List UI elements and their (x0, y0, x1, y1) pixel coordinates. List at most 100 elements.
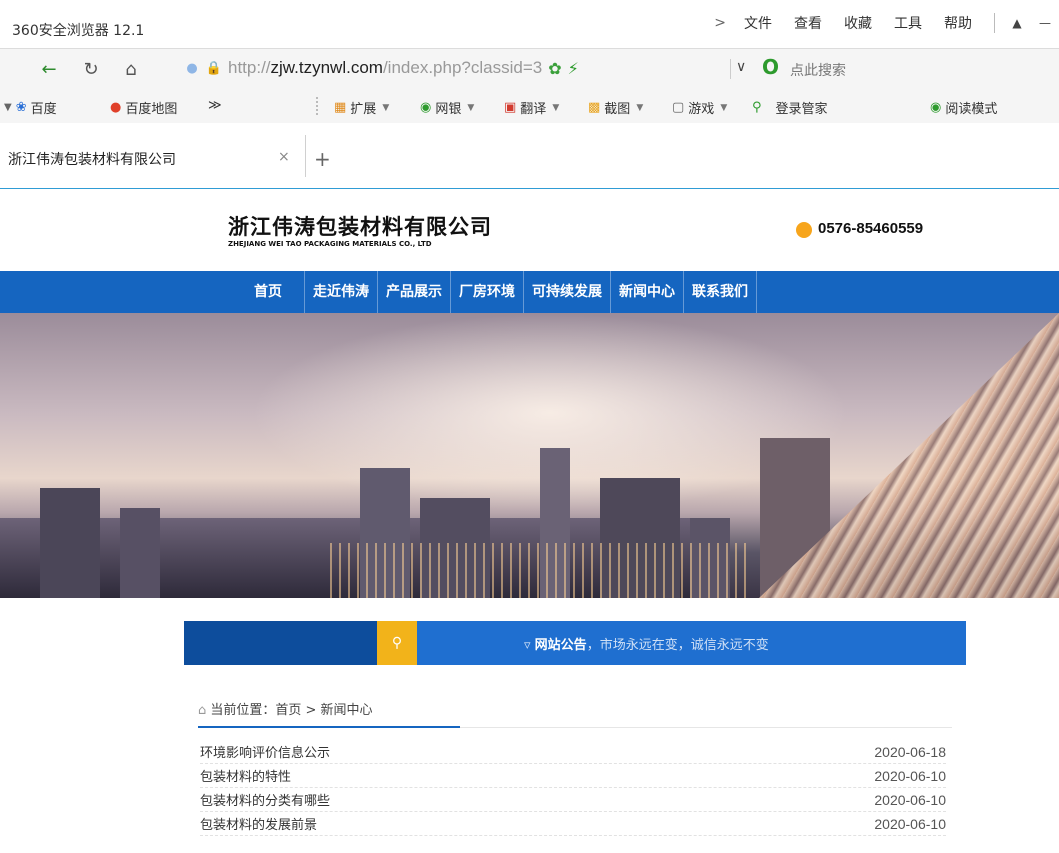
nav-contact[interactable]: 联系我们 (684, 271, 757, 313)
lock-icon[interactable]: 🔒 (206, 60, 222, 76)
notice-bar: ⚲ ▿ 网站公告，市场永远在变，诚信永远不变 (184, 621, 966, 665)
toolbar-label: 游戏 (688, 102, 715, 117)
translate-icon: ▣ (504, 100, 517, 115)
bookmark-more-label: ≫ (208, 98, 222, 113)
tab-title: 浙江伟涛包装材料有限公司 (8, 152, 176, 168)
breadcrumb-underline (198, 726, 460, 728)
news-date: 2020-06-18 (874, 743, 946, 760)
site-icon: ● (186, 60, 198, 76)
tab-active[interactable]: 浙江伟涛包装材料有限公司 × (0, 135, 306, 177)
phone-number: 0576-85460559 (818, 220, 924, 237)
url-field[interactable]: ● 🔒 http://zjw.tzynwl.com/index.php?clas… (184, 55, 724, 81)
map-pin-icon: ● (110, 100, 122, 115)
menu-separator (994, 13, 995, 33)
notice-label: 网站公告 (534, 638, 587, 653)
list-item[interactable]: 包装材料的特性 2020-06-10 (200, 764, 946, 788)
news-title[interactable]: 包装材料的分类有哪些 (200, 790, 330, 809)
menu-help[interactable]: 帮助 (944, 13, 972, 33)
menu-tools[interactable]: 工具 (894, 13, 922, 33)
toolbar-reader-mode[interactable]: ◉ 阅读模式 (930, 98, 997, 117)
close-icon[interactable]: × (278, 149, 290, 165)
chevron-down-icon: ▼ (636, 102, 644, 113)
site-header: 浙江伟涛包装材料有限公司 ZHEJIANG WEI TAO PACKAGING … (0, 189, 1059, 271)
menu-view[interactable]: 查看 (794, 13, 822, 33)
news-list: 环境影响评价信息公示 2020-06-18 包装材料的特性 2020-06-10… (200, 740, 946, 836)
chevron-down-icon: ▼ (467, 102, 475, 113)
toolbar-games[interactable]: ▢ 游戏 ▼ (672, 98, 731, 117)
skin-icon[interactable]: ▲ (1003, 11, 1031, 35)
news-title[interactable]: 包装材料的特性 (200, 766, 291, 785)
reader-icon: ◉ (930, 100, 942, 115)
toolbar-label: 登录管家 (775, 102, 828, 117)
menu-chevron[interactable]: > (714, 15, 726, 31)
news-date: 2020-06-10 (874, 815, 946, 832)
speed-icon[interactable]: ⚡ (568, 59, 579, 78)
hero-banner (0, 313, 1059, 598)
refresh-icon[interactable]: ↻ (78, 57, 104, 81)
coin-icon: ◉ (420, 100, 432, 115)
shield-icon[interactable]: ✿ (548, 59, 561, 78)
bookmark-baidu[interactable]: ▼ ❀ 百度 (4, 98, 57, 117)
notice-text: ▿ 网站公告，市场永远在变，诚信永远不变 (524, 634, 769, 653)
banner-building (120, 508, 160, 598)
browser-titlebar: 360安全浏览器 12.1 > 文件 查看 收藏 工具 帮助 ▲ — (0, 0, 1059, 48)
grid-icon: ▦ (334, 100, 347, 115)
home-icon[interactable]: ⌂ (118, 57, 144, 81)
dropdown-icon: ▼ (4, 102, 12, 113)
phone-icon (796, 222, 812, 238)
list-item[interactable]: 包装材料的分类有哪些 2020-06-10 (200, 788, 946, 812)
megaphone-icon: ▿ (524, 638, 535, 653)
chevron-down-icon: ▼ (720, 102, 728, 113)
bookmarks-bar: ▼ ❀ 百度 ● 百度地图 ≫ ▦ 扩展 ▼ ◉ 网银 ▼ ▣ 翻译 ▼ ▩ 截… (0, 89, 1059, 124)
magnifier-icon: ⚲ (391, 635, 403, 651)
paw-icon: ❀ (15, 100, 27, 115)
list-item[interactable]: 包装材料的发展前景 2020-06-10 (200, 812, 946, 836)
nav-home[interactable]: 首页 (248, 271, 305, 313)
company-name[interactable]: 浙江伟涛包装材料有限公司 (228, 211, 492, 241)
url-text: http://zjw.tzynwl.com/index.php?classid=… (228, 58, 542, 78)
back-arrow-icon[interactable]: ← (36, 57, 62, 81)
toolbar-extensions[interactable]: ▦ 扩展 ▼ (334, 98, 393, 117)
breadcrumb: ⌂ 当前位置：首页 > 新闻中心 (198, 699, 373, 718)
search-logo-icon[interactable]: O (762, 55, 779, 79)
nav-factory[interactable]: 厂房环境 (451, 271, 524, 313)
toolbar-ebank[interactable]: ◉ 网银 ▼ (420, 98, 478, 117)
toolbar-label: 扩展 (350, 102, 377, 117)
url-path: /index.php?classid=3 (382, 58, 543, 77)
nav-sustainability[interactable]: 可持续发展 (524, 271, 611, 313)
nav-about[interactable]: 走近伟涛 (305, 271, 378, 313)
toolbar-login-manager[interactable]: ⚲ 登录管家 (752, 98, 828, 117)
bookmark-baidu-map[interactable]: ● 百度地图 (110, 98, 177, 117)
chevron-down-icon: ▼ (552, 102, 560, 113)
chevron-down-icon[interactable]: ∨ (736, 59, 746, 75)
toolbar-label: 截图 (604, 102, 631, 117)
banner-city-lights (330, 543, 750, 598)
url-scheme: http:// (228, 58, 271, 77)
window-title: 360安全浏览器 12.1 (12, 23, 145, 39)
news-date: 2020-06-10 (874, 791, 946, 808)
list-item[interactable]: 环境影响评价信息公示 2020-06-18 (200, 740, 946, 764)
nav-news[interactable]: 新闻中心 (611, 271, 684, 313)
gamepad-icon: ▢ (672, 100, 685, 115)
minimize-icon[interactable]: — (1031, 11, 1059, 35)
news-title[interactable]: 环境影响评价信息公示 (200, 742, 330, 761)
search-input[interactable]: 点此搜索 (790, 60, 846, 80)
toolbar-translate[interactable]: ▣ 翻译 ▼ (504, 98, 563, 117)
nav-products[interactable]: 产品展示 (378, 271, 451, 313)
toolbar-label: 网银 (435, 102, 462, 117)
chevron-down-icon: ▼ (382, 102, 390, 113)
menu-favorites[interactable]: 收藏 (844, 13, 872, 33)
company-name-en: ZHEJIANG WEI TAO PACKAGING MATERIALS CO.… (228, 240, 432, 248)
news-title[interactable]: 包装材料的发展前景 (200, 814, 317, 833)
magnifier-icon: ⚲ (752, 100, 762, 115)
site-search-input[interactable] (184, 621, 377, 665)
toolbar-screenshot[interactable]: ▩ 截图 ▼ (588, 98, 647, 117)
menu-bar: > 文件 查看 收藏 工具 帮助 ▲ — (714, 10, 1059, 36)
menu-file[interactable]: 文件 (744, 13, 772, 33)
new-tab-button[interactable]: + (314, 147, 331, 171)
bookmark-more[interactable]: ≫ (208, 98, 222, 113)
breadcrumb-text[interactable]: 当前位置：首页 > 新闻中心 (210, 703, 372, 718)
url-divider (730, 59, 731, 79)
url-domain: zjw.tzynwl.com (270, 58, 383, 77)
search-button[interactable]: ⚲ (377, 621, 417, 665)
